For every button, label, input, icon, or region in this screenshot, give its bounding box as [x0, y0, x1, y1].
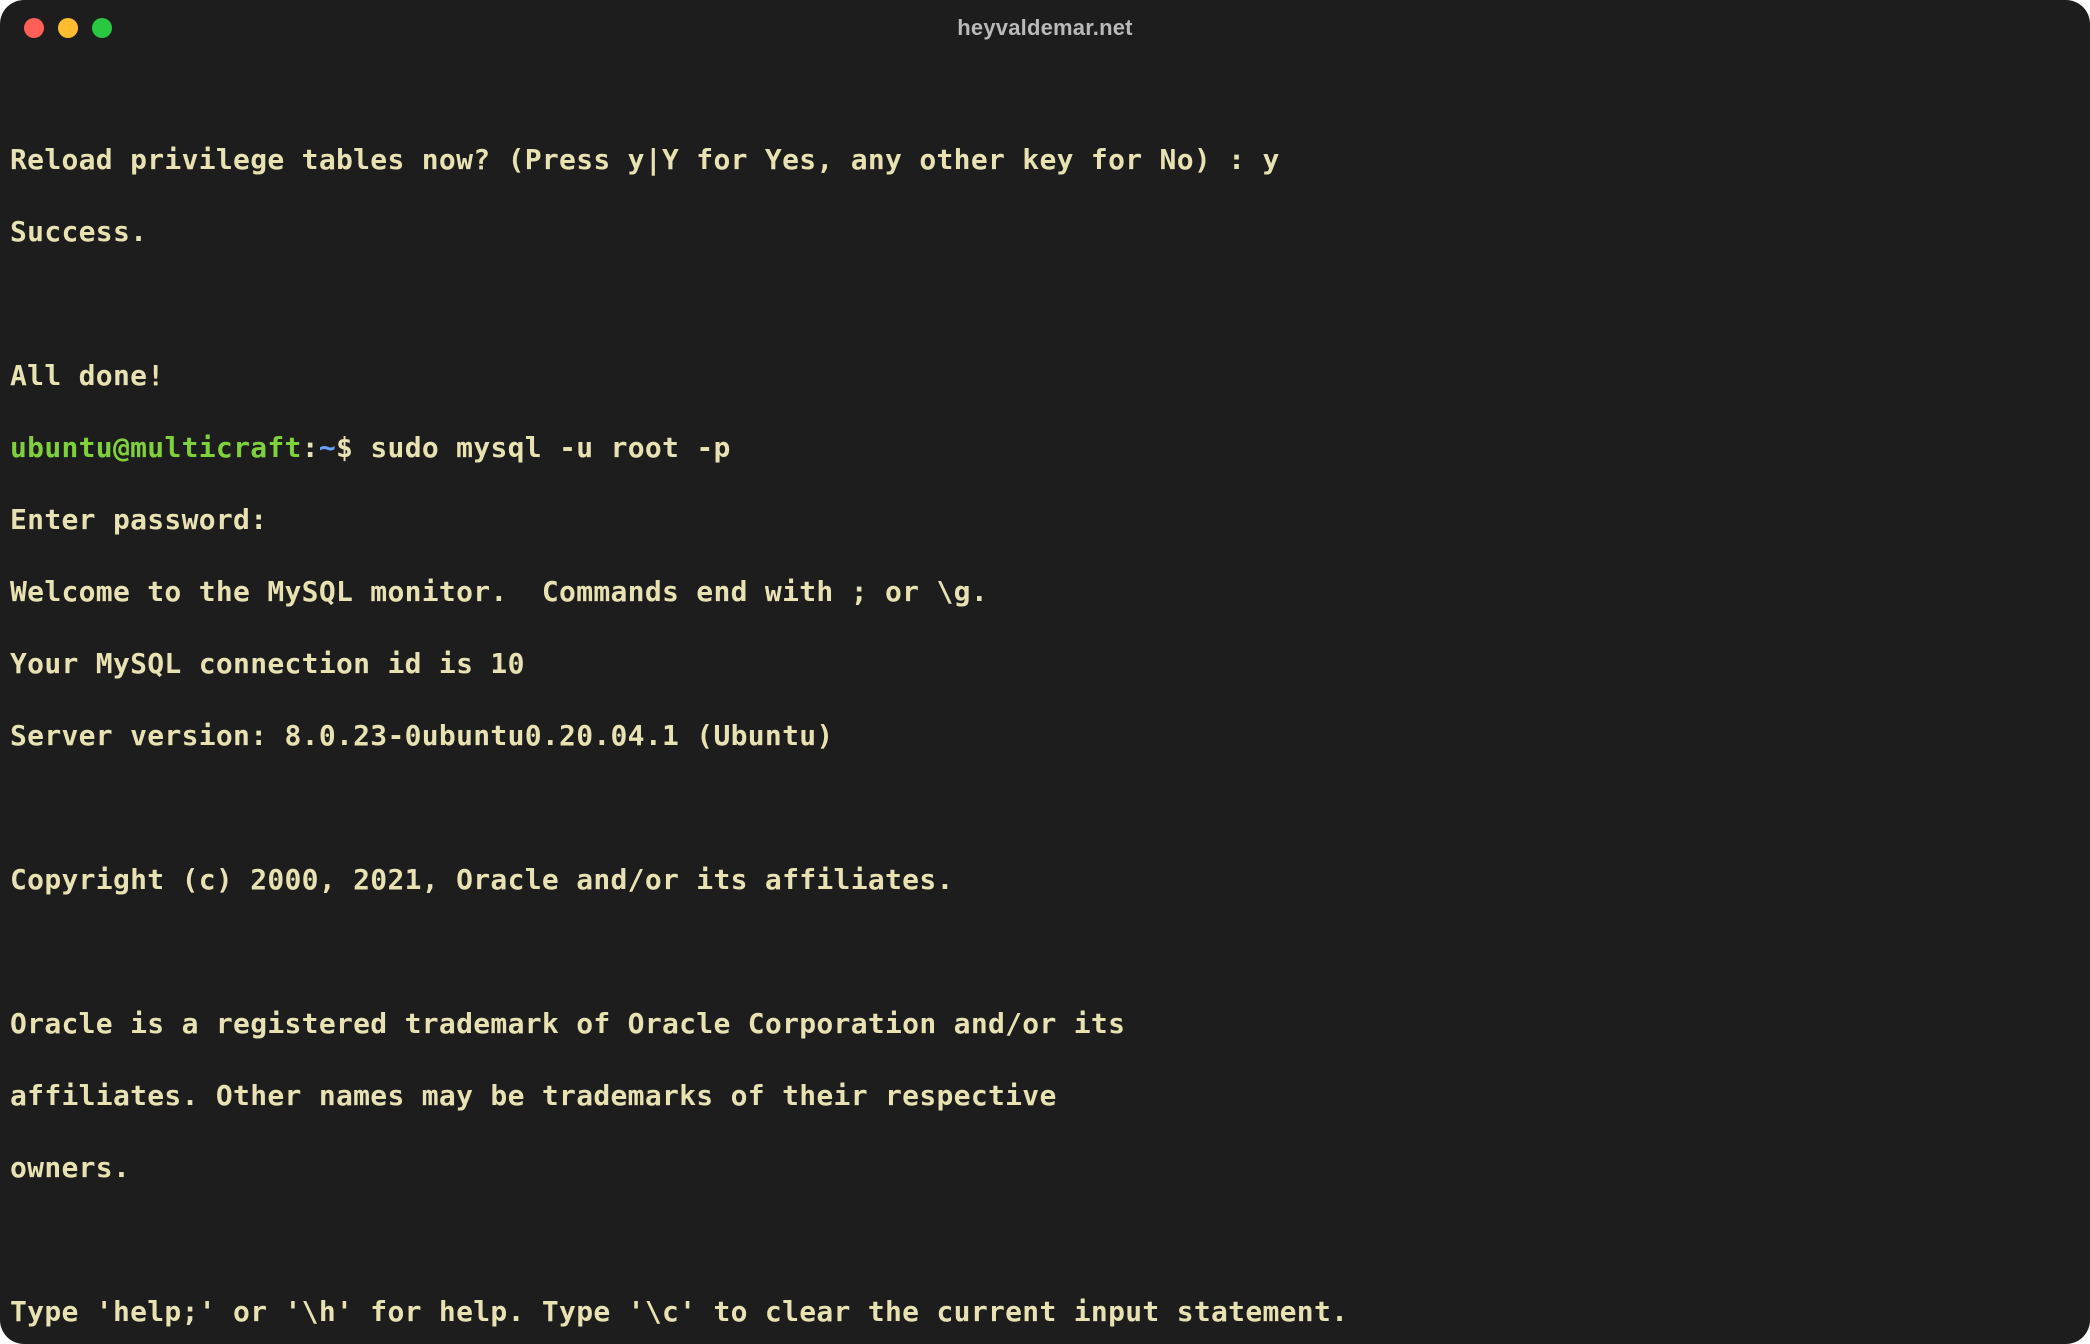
traffic-lights [24, 18, 112, 38]
term-line: Server version: 8.0.23-0ubuntu0.20.04.1 … [10, 718, 2080, 754]
zoom-icon[interactable] [92, 18, 112, 38]
term-line [10, 286, 2080, 322]
term-line: Type 'help;' or '\h' for help. Type '\c'… [10, 1294, 2080, 1330]
term-line: All done! [10, 358, 2080, 394]
term-line [10, 1222, 2080, 1258]
prompt-command: sudo mysql -u root -p [370, 431, 730, 464]
term-line: Your MySQL connection id is 10 [10, 646, 2080, 682]
term-line: Reload privilege tables now? (Press y|Y … [10, 142, 2080, 178]
term-line: Copyright (c) 2000, 2021, Oracle and/or … [10, 862, 2080, 898]
term-line: Welcome to the MySQL monitor. Commands e… [10, 574, 2080, 610]
prompt-path: ~ [319, 431, 336, 464]
minimize-icon[interactable] [58, 18, 78, 38]
term-line: owners. [10, 1150, 2080, 1186]
shell-prompt-line: ubuntu@multicraft:~$ sudo mysql -u root … [10, 430, 2080, 466]
prompt-user: ubuntu [10, 431, 113, 464]
term-line: Success. [10, 214, 2080, 250]
term-line [10, 934, 2080, 970]
prompt-colon: : [302, 431, 319, 464]
prompt-dollar: $ [336, 431, 370, 464]
term-line: Oracle is a registered trademark of Orac… [10, 1006, 2080, 1042]
prompt-host: multicraft [130, 431, 302, 464]
term-line: affiliates. Other names may be trademark… [10, 1078, 2080, 1114]
window-title: heyvaldemar.net [0, 15, 2090, 41]
close-icon[interactable] [24, 18, 44, 38]
term-line: Enter password: [10, 502, 2080, 538]
terminal-body[interactable]: Reload privilege tables now? (Press y|Y … [0, 56, 2090, 1344]
prompt-at: @ [113, 431, 130, 464]
term-line [10, 790, 2080, 826]
titlebar: heyvaldemar.net [0, 0, 2090, 56]
terminal-window: heyvaldemar.net Reload privilege tables … [0, 0, 2090, 1344]
